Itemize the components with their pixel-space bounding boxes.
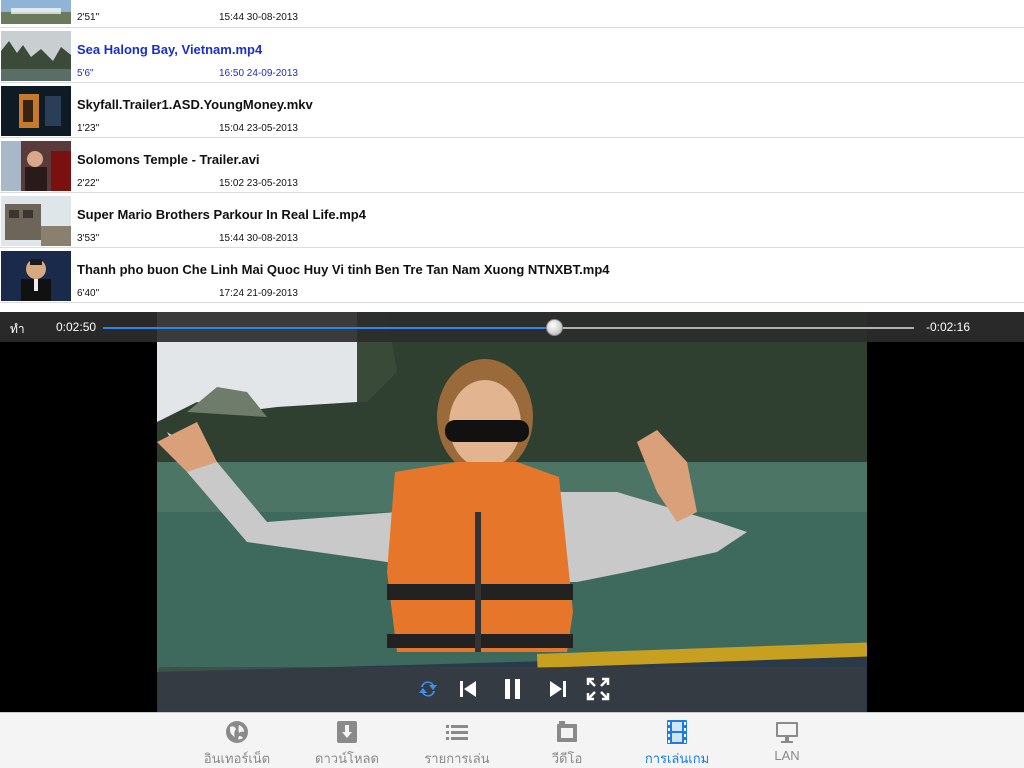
file-duration: 2'51" — [77, 12, 100, 23]
tab-internet[interactable]: อินเทอร์เน็ต — [182, 717, 292, 767]
file-date: 16:50 24-09-2013 — [219, 68, 298, 79]
previous-icon[interactable] — [456, 677, 480, 701]
file-duration: 2'22" — [77, 178, 100, 189]
file-name: Solomons Temple - Trailer.avi — [77, 152, 260, 167]
file-duration: 5'6" — [77, 68, 94, 79]
seek-thumb[interactable] — [545, 319, 563, 336]
tab-label: วีดีโอ — [551, 751, 583, 766]
seek-track[interactable] — [103, 319, 914, 336]
monitor-icon — [774, 719, 800, 745]
file-date: 15:02 23-05-2013 — [219, 178, 298, 189]
file-row[interactable]: Solomons Temple - Trailer.avi 2'22" 15:0… — [0, 138, 1024, 193]
file-duration: 3'53" — [77, 233, 100, 244]
video-player: ทำ 0:02:50 -0:02:16 — [0, 312, 1024, 712]
remaining-time: -0:02:16 — [925, 320, 970, 334]
fullscreen-icon[interactable] — [586, 677, 610, 701]
file-date: 15:04 23-05-2013 — [219, 123, 298, 134]
tab-gameplay[interactable]: การเล่นเกม — [622, 717, 732, 767]
tab-label: LAN — [774, 748, 800, 763]
tab-playlist[interactable]: รายการเล่น — [402, 717, 512, 767]
globe-icon — [224, 719, 250, 745]
tab-video[interactable]: วีดีโอ — [512, 717, 622, 767]
file-row[interactable]: 2'51" 15:44 30-08-2013 — [0, 0, 1024, 28]
file-row[interactable]: Skyfall.Trailer1.ASD.YoungMoney.mkv 1'23… — [0, 83, 1024, 138]
video-thumbnail — [1, 141, 71, 191]
playback-controls — [158, 667, 866, 711]
file-name: Super Mario Brothers Parkour In Real Lif… — [77, 207, 366, 222]
file-name: Skyfall.Trailer1.ASD.YoungMoney.mkv — [77, 97, 313, 112]
file-date: 15:44 30-08-2013 — [219, 233, 298, 244]
video-thumbnail — [1, 86, 71, 136]
tab-label: อินเทอร์เน็ต — [203, 751, 271, 766]
pause-icon[interactable] — [501, 677, 525, 701]
video-icon — [554, 719, 580, 745]
tab-bar: อินเทอร์เน็ต ดาวน์โหลด รายการเล่น วีดีโอ… — [0, 712, 1024, 768]
video-thumbnail — [1, 0, 71, 24]
repeat-icon[interactable] — [416, 677, 440, 701]
file-duration: 1'23" — [77, 123, 100, 134]
file-name: Thanh pho buon Che Linh Mai Quoc Huy Vi … — [77, 262, 610, 277]
tab-lan[interactable]: LAN — [732, 717, 842, 767]
seek-progress-fill — [103, 327, 554, 329]
file-name: Sea Halong Bay, Vietnam.mp4 — [77, 42, 263, 57]
file-row[interactable]: Super Mario Brothers Parkour In Real Lif… — [0, 193, 1024, 248]
video-thumbnail — [1, 251, 71, 301]
file-date: 15:44 30-08-2013 — [219, 12, 298, 23]
tab-download[interactable]: ดาวน์โหลด — [292, 717, 402, 767]
file-duration: 6'40" — [77, 288, 100, 299]
video-frame[interactable] — [157, 312, 867, 712]
file-list: 2'51" 15:44 30-08-2013 Sea Halong Bay, V… — [0, 0, 1024, 312]
file-date: 17:24 21-09-2013 — [219, 288, 298, 299]
film-icon — [664, 719, 690, 745]
file-row[interactable]: Thanh pho buon Che Linh Mai Quoc Huy Vi … — [0, 248, 1024, 303]
tab-label: ดาวน์โหลด — [315, 751, 379, 766]
video-thumbnail — [1, 196, 71, 246]
done-button[interactable]: ทำ — [10, 320, 25, 339]
file-row-selected[interactable]: Sea Halong Bay, Vietnam.mp4 5'6" 16:50 2… — [0, 28, 1024, 83]
playlist-icon — [444, 719, 470, 745]
video-thumbnail — [1, 31, 71, 81]
next-icon[interactable] — [546, 677, 570, 701]
download-icon — [334, 719, 360, 745]
current-time: 0:02:50 — [56, 320, 97, 334]
video-player-app: 2'51" 15:44 30-08-2013 Sea Halong Bay, V… — [0, 0, 1024, 768]
seek-bar: ทำ 0:02:50 -0:02:16 — [0, 312, 1024, 342]
tab-label: การเล่นเกม — [644, 751, 710, 766]
tab-label: รายการเล่น — [424, 751, 490, 766]
